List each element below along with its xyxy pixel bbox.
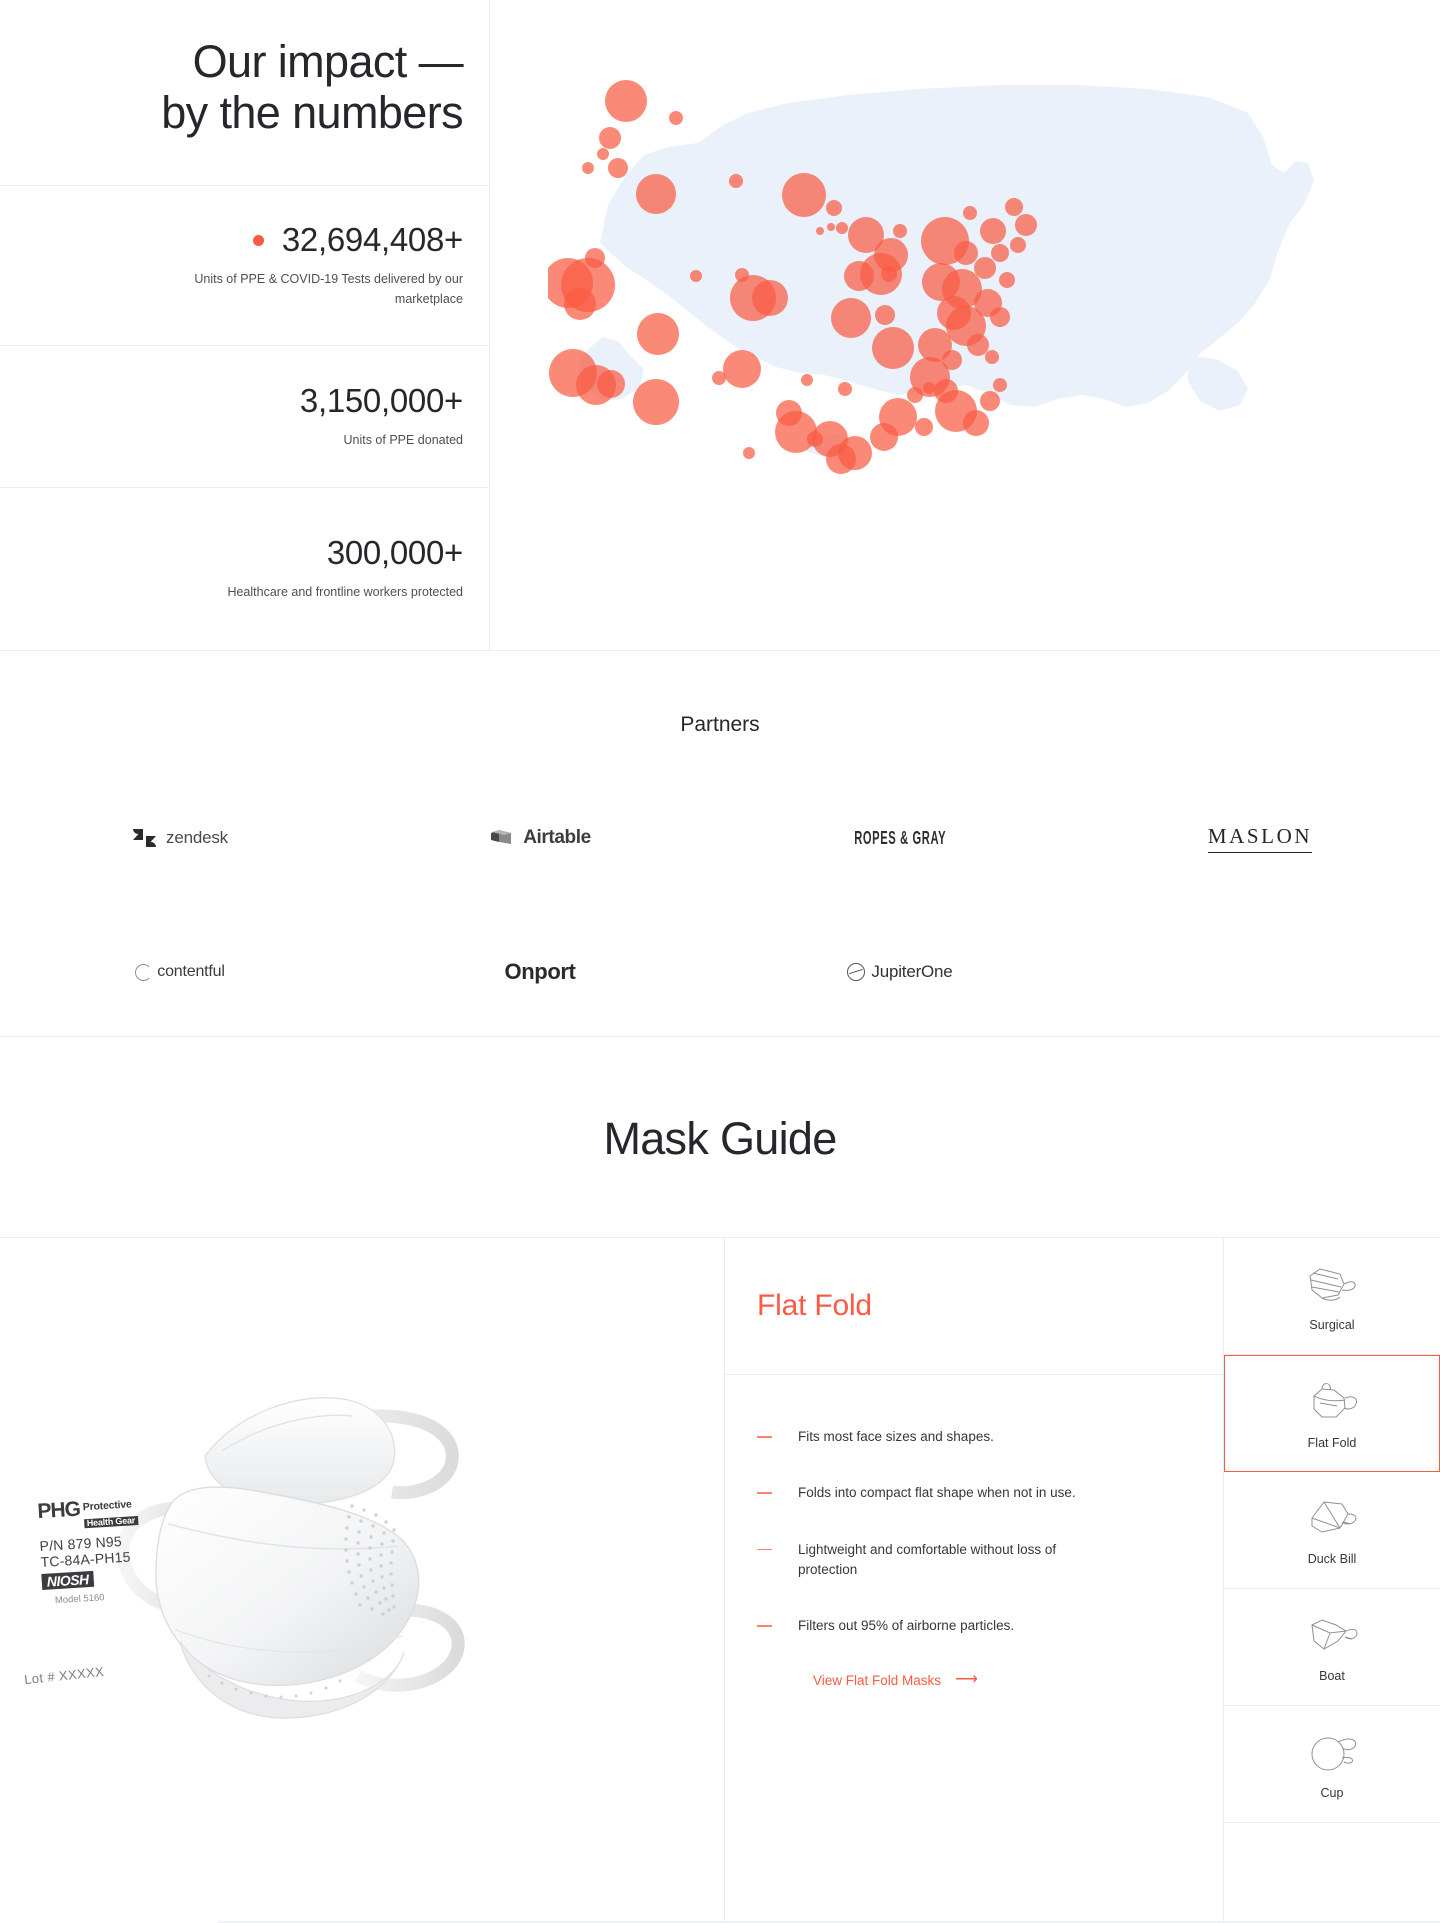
partner-label: JupiterOne [871, 962, 953, 981]
impact-stats-column: Our impact — by the numbers 32,694,408+ … [0, 0, 490, 650]
stat-value: 300,000+ [326, 533, 463, 571]
mask-type-label: Flat Fold [1307, 1435, 1357, 1450]
bullet-dot-icon [252, 234, 264, 246]
dash-icon [757, 1548, 772, 1551]
feature-text: Fits most face sizes and shapes. [798, 1429, 994, 1444]
contentful-logo-icon [135, 963, 153, 981]
dash-icon [757, 1436, 772, 1438]
page-title: Our impact — by the numbers [161, 36, 464, 138]
partners-section: Partners zendesk Airtable ROPES & GRAY M… [0, 651, 1440, 1037]
mask-type-label: Cup [1320, 1786, 1344, 1800]
mask-type-duck-bill[interactable]: Duck Bill [1224, 1472, 1440, 1589]
mask-type-boat[interactable]: Boat [1224, 1589, 1440, 1706]
partner-logo-contentful[interactable]: contentful [0, 905, 360, 1039]
partner-cell-empty [1080, 905, 1440, 1039]
feature-item: Fits most face sizes and shapes. [757, 1427, 1177, 1447]
mask-product-image: PHG Protective Health Gear P/N 879 N95 T… [0, 1238, 725, 1923]
stat-value-row: 32,694,408+ [252, 220, 463, 258]
feature-text: Lightweight and comfortable without loss… [798, 1541, 1057, 1577]
mask-type-label: Boat [1319, 1669, 1345, 1683]
partner-label: MASLON [1207, 824, 1313, 853]
partner-logo-maslon[interactable]: MASLON [1080, 771, 1440, 905]
stat-block-workers-protected: 300,000+ Healthcare and frontline worker… [0, 488, 489, 649]
stat-label: Healthcare and frontline workers protect… [227, 584, 463, 599]
airtable-logo-icon [489, 828, 515, 848]
mask-detail-panel: Flat Fold Fits most face sizes and shape… [725, 1238, 1224, 1923]
stat-block-ppe-delivered: 32,694,408+ Units of PPE & COVID-19 Test… [0, 186, 489, 346]
partner-label: ROPES & GRAY [854, 827, 946, 848]
stat-value: 3,150,000+ [299, 381, 463, 419]
mask-type-flat-fold[interactable]: Flat Fold [1224, 1355, 1440, 1472]
partner-logo-onport[interactable]: Onport [360, 905, 720, 1039]
stat-value-row: 3,150,000+ [299, 381, 463, 419]
stat-block-ppe-donated: 3,150,000+ Units of PPE donated [0, 346, 489, 488]
partner-label: Airtable [523, 827, 591, 848]
dash-icon [757, 1492, 772, 1494]
view-link-label: View Flat Fold Masks [813, 1672, 942, 1688]
dash-icon [757, 1625, 772, 1627]
mask-type-surgical[interactable]: Surgical [1224, 1238, 1440, 1355]
jupiterone-logo-icon [847, 963, 866, 981]
feature-text: Filters out 95% of airborne particles. [798, 1618, 1015, 1633]
partners-heading: Partners [680, 713, 760, 736]
partner-logo-zendesk[interactable]: zendesk [0, 771, 360, 905]
mask-feature-list: Fits most face sizes and shapes. Folds i… [725, 1375, 1223, 1688]
feature-item: Folds into compact flat shape when not i… [757, 1483, 1177, 1503]
mask-type-label: Duck Bill [1307, 1552, 1357, 1566]
partner-logo-jupiterone[interactable]: JupiterOne [720, 905, 1080, 1039]
stat-value: 32,694,408+ [281, 220, 463, 258]
boat-mask-icon [1300, 1611, 1364, 1661]
mask-photo-svg [116, 1397, 465, 1719]
mask-guide-title: Mask Guide [603, 1113, 837, 1164]
mask-detail-title: Flat Fold [757, 1289, 872, 1322]
mask-type-label: Surgical [1309, 1318, 1355, 1332]
zendesk-logo-icon [132, 828, 158, 848]
mask-detail-header: Flat Fold [725, 1238, 1223, 1375]
flat-fold-mask-icon [1300, 1378, 1364, 1428]
view-flat-fold-masks-link[interactable]: View Flat Fold Masks ⟶ [813, 1672, 1177, 1688]
stat-label: Units of PPE donated [343, 432, 463, 447]
mask-type-list: Surgical Flat Fold Duck Bill Boat Cup [1224, 1238, 1440, 1923]
map-svg [548, 80, 1314, 474]
mask-guide-section: PHG Protective Health Gear P/N 879 N95 T… [0, 1237, 1440, 1923]
arrow-right-icon: ⟶ [955, 1671, 978, 1689]
impact-title-line-2: by the numbers [161, 86, 463, 138]
impact-title-line-1: Our impact — [192, 36, 464, 88]
cup-mask-icon [1300, 1728, 1364, 1778]
partners-grid: zendesk Airtable ROPES & GRAY MASLON con… [0, 771, 1440, 1039]
partner-label: zendesk [166, 828, 228, 847]
partner-logo-ropes-gray[interactable]: ROPES & GRAY [720, 771, 1080, 905]
impact-map-column: 100 > 1k [490, 0, 1440, 650]
mask-type-cup[interactable]: Cup [1224, 1706, 1440, 1823]
impact-title-box: Our impact — by the numbers [0, 0, 489, 186]
feature-item: Filters out 95% of airborne particles. [757, 1616, 1177, 1636]
partner-label: contentful [157, 963, 225, 980]
stat-value-row: 300,000+ [326, 533, 463, 571]
partner-label: Onport [504, 959, 576, 984]
partner-logo-airtable[interactable]: Airtable [360, 771, 720, 905]
feature-item: Lightweight and comfortable without loss… [757, 1540, 1177, 1581]
feature-text: Folds into compact flat shape when not i… [798, 1485, 1076, 1501]
us-bubble-map [490, 0, 1440, 650]
duck-bill-mask-icon [1300, 1494, 1364, 1544]
stat-label: Units of PPE & COVID-19 Tests delivered … [194, 272, 463, 306]
surgical-mask-icon [1300, 1260, 1364, 1310]
impact-section: Our impact — by the numbers 32,694,408+ … [0, 0, 1440, 651]
page-root: Our impact — by the numbers 32,694,408+ … [0, 0, 1440, 1923]
